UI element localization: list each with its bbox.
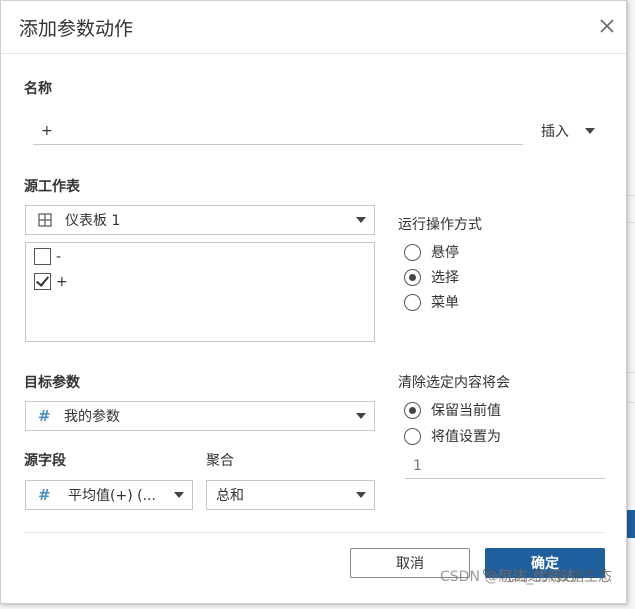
radio-label: 选择 [431,270,459,286]
radio-button[interactable] [404,427,421,445]
target-parameter-label: 目标参数 [24,375,80,391]
radio-set-value[interactable]: 将值设置为 [404,426,501,446]
radio-button[interactable] [404,243,421,261]
radio-menu[interactable]: 菜单 [404,292,459,312]
name-input[interactable] [33,117,523,145]
background-divider [627,195,635,196]
source-sheet-list: - + [25,242,375,342]
header-divider [1,53,626,54]
background-divider [627,402,635,403]
radio-label: 悬停 [431,245,459,261]
radio-button[interactable] [404,268,421,286]
chevron-down-icon [356,492,366,498]
chevron-down-icon [356,217,366,223]
target-parameter-select[interactable]: # 我的参数 [25,401,375,431]
background-button-edge [627,510,635,538]
add-parameter-action-dialog: 添加参数动作 名称 插入 源工作表 仪表板 1 - + [0,0,627,604]
source-field-select[interactable]: # 平均值(+) (... [25,480,193,510]
list-item-label: + [56,273,68,290]
list-item[interactable]: - [34,248,61,265]
radio-button[interactable] [404,293,421,311]
radio-label: 保留当前值 [431,403,501,419]
source-sheet-select[interactable]: 仪表板 1 [25,205,375,235]
background-divider [627,222,635,223]
grid-icon [38,213,52,227]
radio-label: 将值设置为 [431,429,501,445]
chevron-down-icon [174,492,184,498]
dialog-title: 添加参数动作 [19,18,134,40]
set-value-input[interactable] [405,453,605,479]
aggregation-select[interactable]: 总和 [206,480,375,510]
list-item-label: - [56,248,62,265]
wechat-icon [483,567,497,582]
run-action-label: 运行操作方式 [398,217,482,233]
watermark-brand: 优阅达大数据生态 [500,569,612,585]
source-sheet-label: 源工作表 [24,179,80,195]
source-field-label: 源字段 [24,453,66,469]
radio-keep-current[interactable]: 保留当前值 [404,400,501,420]
target-parameter-value: 我的参数 [64,409,120,425]
chevron-down-icon [356,413,366,419]
radio-label: 菜单 [431,295,459,311]
insert-dropdown[interactable]: 插入 [532,117,602,145]
list-item[interactable]: + [34,273,68,290]
checkbox[interactable] [34,248,51,265]
name-label: 名称 [24,81,52,97]
footer-divider [25,532,605,533]
source-sheet-value: 仪表板 1 [65,213,121,229]
checkbox[interactable] [34,273,51,290]
aggregation-label: 聚合 [206,453,234,469]
radio-button[interactable] [404,401,421,419]
chevron-down-icon [585,128,595,134]
hash-icon: # [38,485,51,504]
source-field-value: 平均值(+) (... [68,488,156,504]
hash-icon: # [38,406,51,425]
close-icon[interactable] [598,17,616,35]
radio-hover[interactable]: 悬停 [404,242,459,262]
insert-label: 插入 [541,124,569,140]
aggregation-value: 总和 [216,488,244,504]
radio-select[interactable]: 选择 [404,267,459,287]
background-divider [627,372,635,373]
clear-selection-label: 清除选定内容将会 [398,375,510,391]
